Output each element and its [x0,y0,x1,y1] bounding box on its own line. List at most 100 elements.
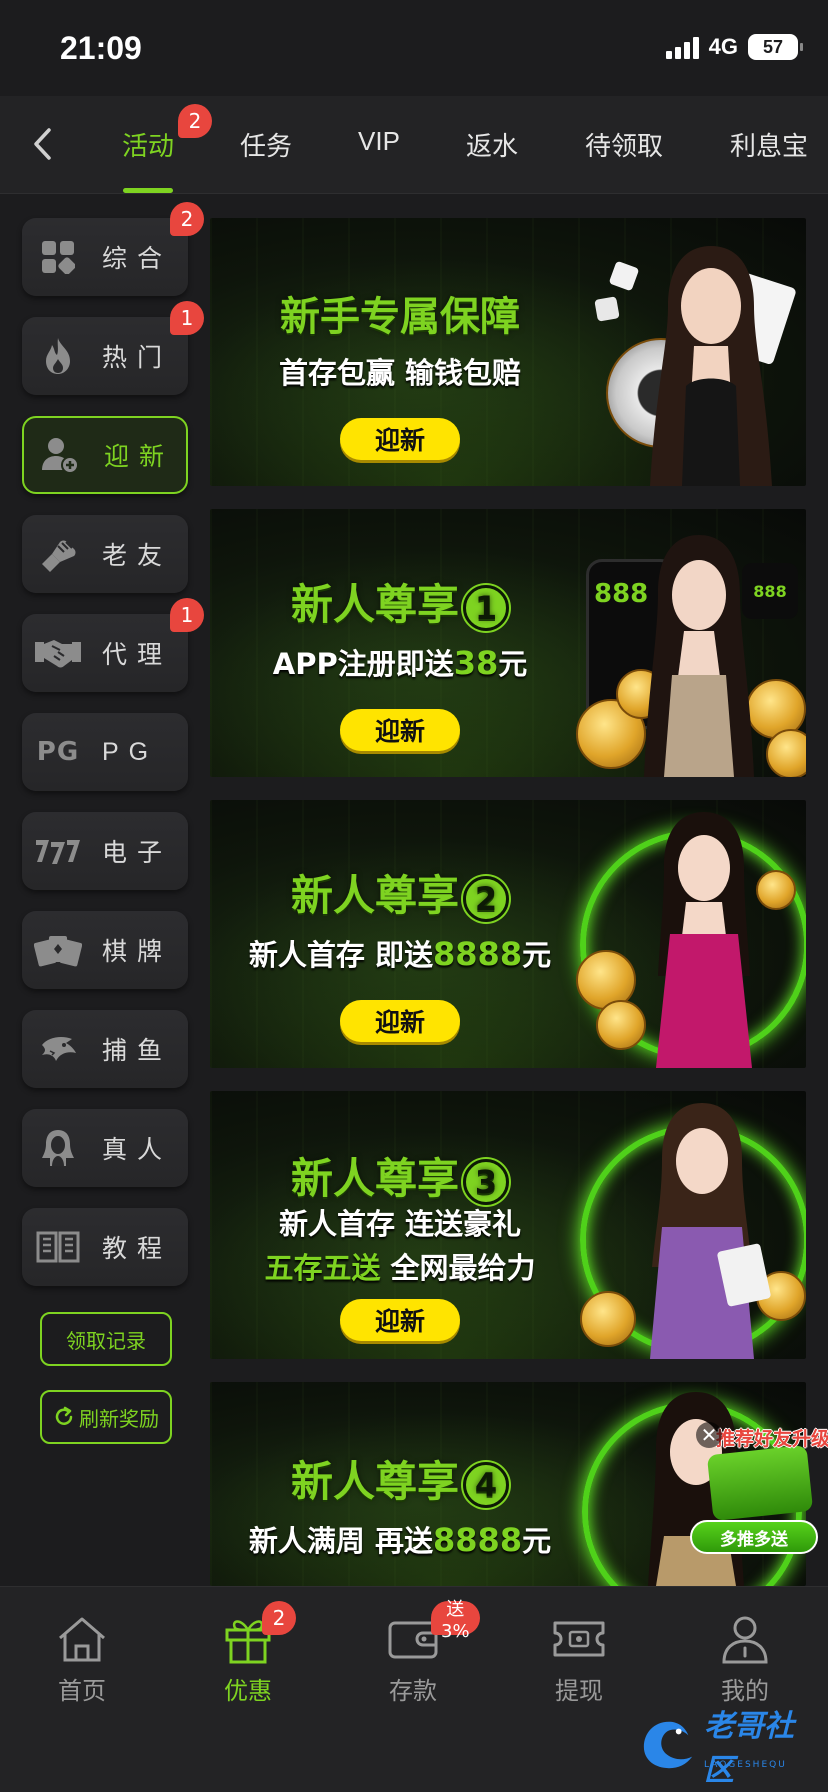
tab-activity[interactable]: 活动 [122,126,174,163]
banner-number-badge: 1 [463,584,509,631]
nav-profile[interactable]: 我的 [695,1613,795,1706]
nav-badge: 送3% [431,1599,480,1642]
sidebar-item-cards[interactable]: 棋牌 [22,911,188,989]
sidebar-item-live[interactable]: 真人 [22,1109,188,1187]
book-icon [28,1217,88,1277]
profile-icon [715,1613,775,1665]
grid-icon [28,227,88,287]
flame-icon [28,326,88,386]
promo-model-image: 888 888 [576,509,806,777]
tab-pending[interactable]: 待领取 [585,126,663,163]
sidebar-item-slots[interactable]: 电子 [22,812,188,890]
banner-number-badge: 2 [463,875,509,922]
sidebar-item-welcome[interactable]: 迎新 [22,416,188,494]
watermark-subtext: LAOGESHEQU [704,1760,787,1770]
sidebar-item-tutorial[interactable]: 教程 [22,1208,188,1286]
nav-withdraw[interactable]: 提现 [529,1613,629,1706]
tab-label: 任务 [240,132,293,162]
banner-subtitle: 首存包赢 输钱包赔 [278,356,522,390]
sidebar-item-label: 电子 [102,838,173,867]
sidebar-item-hot[interactable]: 热门 1 [22,301,204,395]
status-indicators: 4G 57 [665,34,803,60]
nav-home[interactable]: 首页 [32,1613,132,1706]
home-icon [52,1613,112,1665]
promo-banner-app-register[interactable]: 新人尊享 1 APP注册即送38元 迎新 888 888 [210,509,806,777]
refresh-rewards-button[interactable]: 刷新奖励 [40,1390,172,1444]
banner-title: 新人尊享 1 [210,571,590,632]
referral-floating-promo[interactable]: 推荐好友升级 ✕ 多推多送 [690,1416,828,1556]
banner-subtitle: 新人满周 再送8888元 [248,1521,552,1559]
cards-icon [28,920,88,980]
handshake-icon [706,1444,814,1522]
dragon-logo-icon [643,1721,693,1769]
tab-vip[interactable]: VIP [358,126,400,157]
refresh-icon [55,1406,73,1425]
promo-banner-newbie-protection[interactable]: 新手专属保障 首存包赢 输钱包赔 迎新 [210,218,806,486]
fist-bump-icon [28,524,88,584]
sidebar-item-fishing[interactable]: 捕鱼 [22,1010,188,1088]
pg-logo-icon: PG [36,737,80,767]
tab-interest[interactable]: 利息宝 [730,126,808,163]
tab-label: 待领取 [585,132,664,162]
sidebar-item-label: 迎新 [104,442,175,471]
sidebar-item-label: 棋牌 [102,937,173,966]
tab-tasks[interactable]: 任务 [240,126,292,163]
shark-icon [28,1019,88,1079]
chevron-left-icon [34,128,51,160]
banner-subtitle: APP注册即送38元 [272,644,528,682]
banner-subtitle: 新人首存 即送8888元 [248,935,552,973]
promo-model-image [576,800,806,1068]
nav-label: 存款 [389,1677,437,1705]
promo-banner-first-deposit[interactable]: 新人尊享 2 新人首存 即送8888元 迎新 [210,800,806,1068]
banner-number-badge: 3 [463,1158,509,1205]
welcome-pill-button[interactable]: 迎新 [340,709,460,751]
status-bar: 21:09 4G 57 [0,0,828,96]
tab-badge: 2 [178,104,212,138]
tab-rebate[interactable]: 返水 [466,126,518,163]
banner-title: 新手专属保障 [280,294,520,340]
sidebar-item-label: PG [102,737,159,766]
sidebar-item-general[interactable]: 综合 2 [22,202,204,296]
tab-label: 活动 [122,132,175,162]
banner-subtitle-2: 五存五送 全网最给力 [264,1251,536,1285]
banner-title: 新人尊享 4 [210,1448,590,1509]
welcome-pill-button[interactable]: 迎新 [340,418,460,460]
watermark-logo: 老哥社区 LAOGESHEQU [640,1709,820,1788]
promo-model-image [576,1091,806,1359]
refresh-rewards-label: 刷新奖励 [79,1406,159,1431]
tab-label: VIP [358,126,400,156]
sidebar-badge: 1 [170,598,204,632]
sidebar-item-agent[interactable]: 代理 1 [22,598,204,692]
signal-icon [665,35,699,59]
promo-button[interactable]: 多推多送 [690,1520,818,1554]
sidebar-item-label: 真人 [102,1135,173,1164]
tab-label: 利息宝 [730,132,809,162]
add-user-icon [30,425,90,485]
back-button[interactable] [22,124,62,164]
banner-number-badge: 4 [463,1461,509,1508]
nav-deposit[interactable]: 存款 送3% [363,1599,480,1706]
promo-banner-five-deposits[interactable]: 新人尊享 3 新人首存 连送豪礼 五存五送 全网最给力 迎新 [210,1091,806,1359]
banner-title: 新人尊享 3 [210,1145,590,1206]
sidebar-item-pg[interactable]: PG PG [22,713,188,791]
sidebar-item-label: 老友 [102,541,173,570]
welcome-pill-button[interactable]: 迎新 [340,1299,460,1341]
close-icon[interactable]: ✕ [696,1422,722,1448]
watermark-text: 老哥社区 [704,1709,794,1788]
promo-model-image [576,218,806,486]
banner-title: 新人尊享 2 [210,862,590,923]
sidebar-item-label: 热门 [102,343,173,372]
dealer-icon [28,1118,88,1178]
withdraw-icon [549,1613,609,1665]
welcome-pill-button[interactable]: 迎新 [340,1000,460,1042]
sidebar-item-friends[interactable]: 老友 [22,515,188,593]
claim-record-button[interactable]: 领取记录 [40,1312,172,1366]
slot-777-icon [28,821,88,881]
nav-promotions[interactable]: 优惠 2 [198,1601,298,1706]
claim-record-label: 领取记录 [66,1328,146,1353]
nav-label: 提现 [555,1677,603,1705]
battery-icon: 57 [748,34,803,60]
sidebar-item-label: 代理 [102,640,173,669]
nav-label: 优惠 [224,1677,272,1705]
sidebar-item-label: 捕鱼 [102,1036,173,1065]
